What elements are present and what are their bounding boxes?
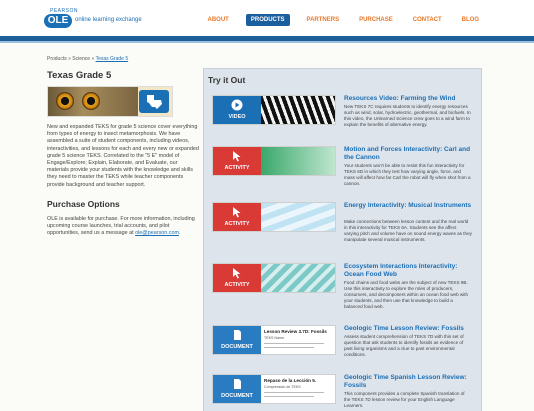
breadcrumb-science[interactable]: Science: [72, 56, 90, 62]
document-line: [264, 347, 314, 348]
nav-blog[interactable]: BLOG: [459, 15, 482, 25]
type-label: ACTIVITY: [224, 282, 250, 288]
purchase-text: OLE is available for purchase. For more …: [47, 216, 199, 238]
breadcrumb-sep: »: [68, 56, 71, 62]
resource-description: Assess student comprehension of TEKS 7D …: [344, 334, 464, 357]
resource-title[interactable]: Motion and Forces Interactivity: Carl an…: [344, 146, 474, 162]
owl-eye-left: [56, 92, 74, 110]
type-label: ACTIVITY: [224, 165, 250, 171]
owl-eyes-image: [48, 87, 138, 116]
resource-description: This component provides a complete Spani…: [344, 391, 465, 408]
document-preview: Lesson Review 3.7D: Fossils TEKS Name: [261, 326, 335, 354]
panel-title: Try it Out: [208, 75, 246, 85]
type-tag: ACTIVITY: [213, 264, 261, 292]
resource-thumbnail[interactable]: DOCUMENT Lesson Review 3.7D: Fossils TEK…: [212, 325, 336, 355]
try-it-out-panel: Try it Out VIDEO Resources Video: Farmin…: [203, 68, 482, 411]
document-preview-subtitle: Comprensión de TEKS: [264, 385, 301, 389]
document-icon: [213, 378, 261, 392]
activity-preview-image: [261, 264, 335, 292]
resource-description: New TEKS 7C requires students to identif…: [344, 104, 471, 127]
page: PEARSON OLE online learning exchange ABO…: [0, 0, 534, 411]
nav-about[interactable]: ABOUT: [205, 15, 232, 25]
purchase-heading: Purchase Options: [47, 198, 120, 209]
cursor-icon: [213, 150, 261, 164]
resource-description: Your students won't be able to resist th…: [344, 163, 471, 186]
activity-preview-image: [261, 203, 335, 231]
type-label: DOCUMENT: [221, 393, 253, 399]
contact-email-link[interactable]: ole@pearson.com: [135, 230, 179, 236]
logo-mark: OLE: [44, 14, 72, 28]
breadcrumb-current[interactable]: Texas Grade 5: [96, 56, 129, 62]
document-preview-title: Repaso de la Lección 5.: [264, 378, 317, 383]
document-line: [264, 343, 324, 344]
left-column: Texas Grade 5 New and expanded TEKS for …: [47, 70, 199, 237]
hero-banner: [47, 86, 173, 117]
logo-tagline: online learning exchange: [75, 17, 142, 23]
type-tag: VIDEO: [213, 96, 261, 124]
texas-icon: [147, 95, 162, 109]
resource-title[interactable]: Geologic Time Lesson Review: Fossils: [344, 325, 474, 333]
document-preview-title: Lesson Review 3.7D: Fossils: [264, 329, 327, 334]
owl-eye-right: [82, 92, 100, 110]
purchase-end: .: [178, 230, 181, 237]
resource-description: Make connections between lesson content …: [344, 219, 472, 242]
document-preview-subtitle: TEKS Name: [264, 336, 284, 340]
header-rule: [0, 41, 534, 43]
type-tag: ACTIVITY: [213, 203, 261, 231]
document-preview: Repaso de la Lección 5. Comprensión de T…: [261, 375, 335, 403]
texas-badge: [139, 90, 169, 113]
type-tag: DOCUMENT: [213, 326, 261, 354]
nav-partners[interactable]: PARTNERS: [304, 15, 343, 25]
logo[interactable]: PEARSON OLE online learning exchange: [44, 8, 142, 32]
resource-title[interactable]: Energy Interactivity: Musical Instrument…: [344, 202, 474, 210]
cursor-icon: [213, 267, 261, 281]
site-header: PEARSON OLE online learning exchange ABO…: [0, 0, 534, 36]
nav-products[interactable]: PRODUCTS: [245, 14, 290, 26]
type-tag: ACTIVITY: [213, 147, 261, 175]
resource-title[interactable]: Ecosystem Interactions Interactivity: Oc…: [344, 263, 474, 279]
type-label: VIDEO: [228, 114, 246, 120]
breadcrumb-sep: »: [91, 56, 95, 62]
type-tag: DOCUMENT: [213, 375, 261, 403]
resource-title[interactable]: Resources Video: Farming the Wind: [344, 95, 474, 103]
breadcrumb-products[interactable]: Products: [47, 56, 67, 62]
breadcrumb: Products » Science » Texas Grade 5: [47, 56, 128, 62]
resource-thumbnail[interactable]: VIDEO: [212, 95, 336, 125]
nav-purchase[interactable]: PURCHASE: [356, 15, 396, 25]
resource-thumbnail[interactable]: ACTIVITY: [212, 146, 336, 176]
page-title: Texas Grade 5: [47, 70, 112, 81]
resource-thumbnail[interactable]: ACTIVITY: [212, 202, 336, 232]
type-label: DOCUMENT: [221, 344, 253, 350]
document-line: [264, 392, 324, 393]
video-preview-image: [261, 96, 335, 124]
resource-description: Food chains and food webs are the subjec…: [344, 280, 469, 309]
resource-title[interactable]: Geologic Time Spanish Lesson Review: Fos…: [344, 374, 474, 390]
resource-thumbnail[interactable]: ACTIVITY: [212, 263, 336, 293]
document-line: [264, 396, 314, 397]
type-label: ACTIVITY: [224, 221, 250, 227]
nav-contact[interactable]: CONTACT: [410, 15, 445, 25]
intro-text: New and expanded TEKS for grade 5 scienc…: [47, 124, 199, 188]
document-icon: [213, 329, 261, 343]
main-nav: ABOUT PRODUCTS PARTNERS PURCHASE CONTACT…: [191, 14, 482, 26]
cursor-icon: [213, 206, 261, 220]
play-icon: [213, 99, 261, 113]
resource-thumbnail[interactable]: DOCUMENT Repaso de la Lección 5. Compren…: [212, 374, 336, 404]
activity-preview-image: [261, 147, 335, 175]
